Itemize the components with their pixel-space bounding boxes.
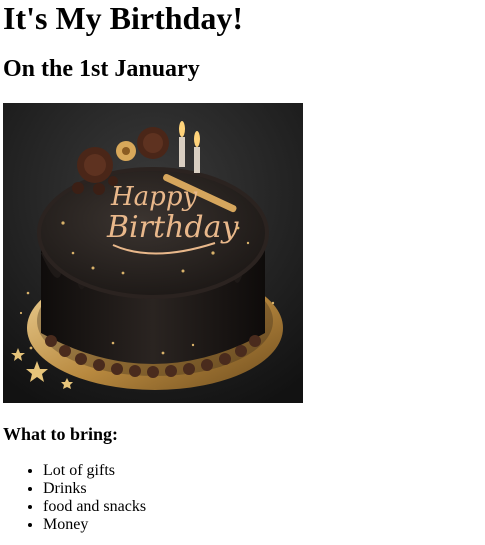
bring-list: Lot of gifts Drinks food and snacks Mone…	[3, 462, 146, 534]
birthday-cake-image: Happy Birthday	[3, 103, 303, 403]
cake-lettering-birthday: Birthday	[106, 210, 239, 245]
cake-lettering-happy: Happy	[110, 182, 197, 212]
page-subtitle: On the 1st January	[3, 56, 200, 82]
list-item: Money	[43, 516, 146, 534]
list-item: Lot of gifts	[43, 462, 146, 480]
page: It's My Birthday! On the 1st January Hap…	[0, 0, 485, 545]
list-item: food and snacks	[43, 498, 146, 516]
list-item: Drinks	[43, 480, 146, 498]
page-title: It's My Birthday!	[3, 0, 243, 36]
what-to-bring-heading: What to bring:	[3, 424, 119, 444]
